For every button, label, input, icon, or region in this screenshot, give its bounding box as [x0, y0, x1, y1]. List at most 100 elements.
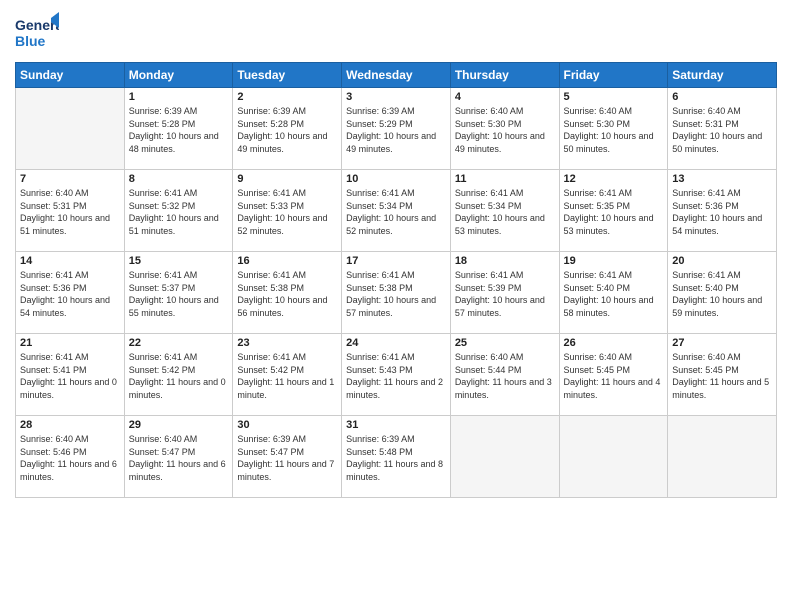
- day-number: 30: [237, 419, 337, 431]
- day-number: 25: [455, 337, 555, 349]
- day-number: 15: [129, 255, 229, 267]
- calendar-cell: 18 Sunrise: 6:41 AMSunset: 5:39 PMDaylig…: [450, 252, 559, 334]
- day-number: 13: [672, 173, 772, 185]
- calendar-cell: 14 Sunrise: 6:41 AMSunset: 5:36 PMDaylig…: [16, 252, 125, 334]
- weekday-header: Friday: [559, 63, 668, 88]
- logo-icon: General Blue: [15, 10, 59, 54]
- day-info: Sunrise: 6:41 AMSunset: 5:34 PMDaylight:…: [346, 188, 436, 236]
- day-info: Sunrise: 6:40 AMSunset: 5:31 PMDaylight:…: [672, 106, 762, 154]
- calendar-cell: 9 Sunrise: 6:41 AMSunset: 5:33 PMDayligh…: [233, 170, 342, 252]
- calendar-cell: 24 Sunrise: 6:41 AMSunset: 5:43 PMDaylig…: [342, 334, 451, 416]
- day-number: 6: [672, 91, 772, 103]
- calendar-cell: 31 Sunrise: 6:39 AMSunset: 5:48 PMDaylig…: [342, 416, 451, 498]
- calendar-cell: 12 Sunrise: 6:41 AMSunset: 5:35 PMDaylig…: [559, 170, 668, 252]
- day-number: 31: [346, 419, 446, 431]
- day-info: Sunrise: 6:41 AMSunset: 5:37 PMDaylight:…: [129, 270, 219, 318]
- day-info: Sunrise: 6:41 AMSunset: 5:41 PMDaylight:…: [20, 352, 117, 400]
- day-number: 3: [346, 91, 446, 103]
- calendar-cell: 16 Sunrise: 6:41 AMSunset: 5:38 PMDaylig…: [233, 252, 342, 334]
- day-info: Sunrise: 6:41 AMSunset: 5:42 PMDaylight:…: [237, 352, 334, 400]
- day-number: 4: [455, 91, 555, 103]
- calendar-cell: 21 Sunrise: 6:41 AMSunset: 5:41 PMDaylig…: [16, 334, 125, 416]
- calendar-week-row: 7 Sunrise: 6:40 AMSunset: 5:31 PMDayligh…: [16, 170, 777, 252]
- day-number: 8: [129, 173, 229, 185]
- weekday-header: Monday: [124, 63, 233, 88]
- calendar-cell: 22 Sunrise: 6:41 AMSunset: 5:42 PMDaylig…: [124, 334, 233, 416]
- day-info: Sunrise: 6:39 AMSunset: 5:28 PMDaylight:…: [129, 106, 219, 154]
- logo: General Blue: [15, 10, 63, 54]
- day-info: Sunrise: 6:41 AMSunset: 5:36 PMDaylight:…: [672, 188, 762, 236]
- day-number: 16: [237, 255, 337, 267]
- day-number: 27: [672, 337, 772, 349]
- calendar-cell: 1 Sunrise: 6:39 AMSunset: 5:28 PMDayligh…: [124, 88, 233, 170]
- day-info: Sunrise: 6:41 AMSunset: 5:32 PMDaylight:…: [129, 188, 219, 236]
- day-number: 5: [564, 91, 664, 103]
- calendar-cell: [668, 416, 777, 498]
- calendar-cell: [450, 416, 559, 498]
- day-info: Sunrise: 6:41 AMSunset: 5:38 PMDaylight:…: [237, 270, 327, 318]
- calendar-cell: 26 Sunrise: 6:40 AMSunset: 5:45 PMDaylig…: [559, 334, 668, 416]
- day-info: Sunrise: 6:40 AMSunset: 5:45 PMDaylight:…: [672, 352, 769, 400]
- weekday-header: Thursday: [450, 63, 559, 88]
- calendar-cell: 20 Sunrise: 6:41 AMSunset: 5:40 PMDaylig…: [668, 252, 777, 334]
- calendar-cell: 11 Sunrise: 6:41 AMSunset: 5:34 PMDaylig…: [450, 170, 559, 252]
- day-info: Sunrise: 6:40 AMSunset: 5:45 PMDaylight:…: [564, 352, 661, 400]
- day-info: Sunrise: 6:41 AMSunset: 5:36 PMDaylight:…: [20, 270, 110, 318]
- day-info: Sunrise: 6:40 AMSunset: 5:30 PMDaylight:…: [564, 106, 654, 154]
- calendar-cell: 25 Sunrise: 6:40 AMSunset: 5:44 PMDaylig…: [450, 334, 559, 416]
- day-number: 11: [455, 173, 555, 185]
- calendar-body: 1 Sunrise: 6:39 AMSunset: 5:28 PMDayligh…: [16, 88, 777, 498]
- weekday-header: Tuesday: [233, 63, 342, 88]
- day-info: Sunrise: 6:40 AMSunset: 5:47 PMDaylight:…: [129, 434, 226, 482]
- day-number: 12: [564, 173, 664, 185]
- calendar-week-row: 14 Sunrise: 6:41 AMSunset: 5:36 PMDaylig…: [16, 252, 777, 334]
- day-info: Sunrise: 6:41 AMSunset: 5:42 PMDaylight:…: [129, 352, 226, 400]
- calendar-cell: 27 Sunrise: 6:40 AMSunset: 5:45 PMDaylig…: [668, 334, 777, 416]
- calendar-cell: 17 Sunrise: 6:41 AMSunset: 5:38 PMDaylig…: [342, 252, 451, 334]
- weekday-header: Sunday: [16, 63, 125, 88]
- calendar-cell: [559, 416, 668, 498]
- day-number: 1: [129, 91, 229, 103]
- day-info: Sunrise: 6:40 AMSunset: 5:46 PMDaylight:…: [20, 434, 117, 482]
- day-number: 9: [237, 173, 337, 185]
- calendar-cell: 7 Sunrise: 6:40 AMSunset: 5:31 PMDayligh…: [16, 170, 125, 252]
- calendar-cell: 29 Sunrise: 6:40 AMSunset: 5:47 PMDaylig…: [124, 416, 233, 498]
- day-info: Sunrise: 6:40 AMSunset: 5:31 PMDaylight:…: [20, 188, 110, 236]
- day-info: Sunrise: 6:39 AMSunset: 5:29 PMDaylight:…: [346, 106, 436, 154]
- day-info: Sunrise: 6:41 AMSunset: 5:34 PMDaylight:…: [455, 188, 545, 236]
- day-number: 10: [346, 173, 446, 185]
- weekday-header: Saturday: [668, 63, 777, 88]
- calendar-week-row: 28 Sunrise: 6:40 AMSunset: 5:46 PMDaylig…: [16, 416, 777, 498]
- calendar-cell: 15 Sunrise: 6:41 AMSunset: 5:37 PMDaylig…: [124, 252, 233, 334]
- weekday-header: Wednesday: [342, 63, 451, 88]
- day-info: Sunrise: 6:41 AMSunset: 5:43 PMDaylight:…: [346, 352, 443, 400]
- calendar-table: SundayMondayTuesdayWednesdayThursdayFrid…: [15, 62, 777, 498]
- calendar-cell: 3 Sunrise: 6:39 AMSunset: 5:29 PMDayligh…: [342, 88, 451, 170]
- day-info: Sunrise: 6:39 AMSunset: 5:28 PMDaylight:…: [237, 106, 327, 154]
- day-info: Sunrise: 6:41 AMSunset: 5:38 PMDaylight:…: [346, 270, 436, 318]
- day-info: Sunrise: 6:41 AMSunset: 5:33 PMDaylight:…: [237, 188, 327, 236]
- calendar-week-row: 1 Sunrise: 6:39 AMSunset: 5:28 PMDayligh…: [16, 88, 777, 170]
- calendar-cell: 4 Sunrise: 6:40 AMSunset: 5:30 PMDayligh…: [450, 88, 559, 170]
- day-number: 19: [564, 255, 664, 267]
- calendar-cell: 5 Sunrise: 6:40 AMSunset: 5:30 PMDayligh…: [559, 88, 668, 170]
- calendar-cell: [16, 88, 125, 170]
- calendar-week-row: 21 Sunrise: 6:41 AMSunset: 5:41 PMDaylig…: [16, 334, 777, 416]
- day-number: 20: [672, 255, 772, 267]
- day-number: 22: [129, 337, 229, 349]
- day-info: Sunrise: 6:39 AMSunset: 5:48 PMDaylight:…: [346, 434, 443, 482]
- day-number: 23: [237, 337, 337, 349]
- calendar-cell: 28 Sunrise: 6:40 AMSunset: 5:46 PMDaylig…: [16, 416, 125, 498]
- calendar-cell: 23 Sunrise: 6:41 AMSunset: 5:42 PMDaylig…: [233, 334, 342, 416]
- day-number: 24: [346, 337, 446, 349]
- day-info: Sunrise: 6:41 AMSunset: 5:40 PMDaylight:…: [672, 270, 762, 318]
- day-number: 14: [20, 255, 120, 267]
- calendar-cell: 30 Sunrise: 6:39 AMSunset: 5:47 PMDaylig…: [233, 416, 342, 498]
- page: General Blue SundayMondayTuesdayWednesda…: [0, 0, 792, 612]
- day-info: Sunrise: 6:40 AMSunset: 5:44 PMDaylight:…: [455, 352, 552, 400]
- day-number: 17: [346, 255, 446, 267]
- calendar-cell: 2 Sunrise: 6:39 AMSunset: 5:28 PMDayligh…: [233, 88, 342, 170]
- calendar-cell: 19 Sunrise: 6:41 AMSunset: 5:40 PMDaylig…: [559, 252, 668, 334]
- calendar-cell: 13 Sunrise: 6:41 AMSunset: 5:36 PMDaylig…: [668, 170, 777, 252]
- day-number: 28: [20, 419, 120, 431]
